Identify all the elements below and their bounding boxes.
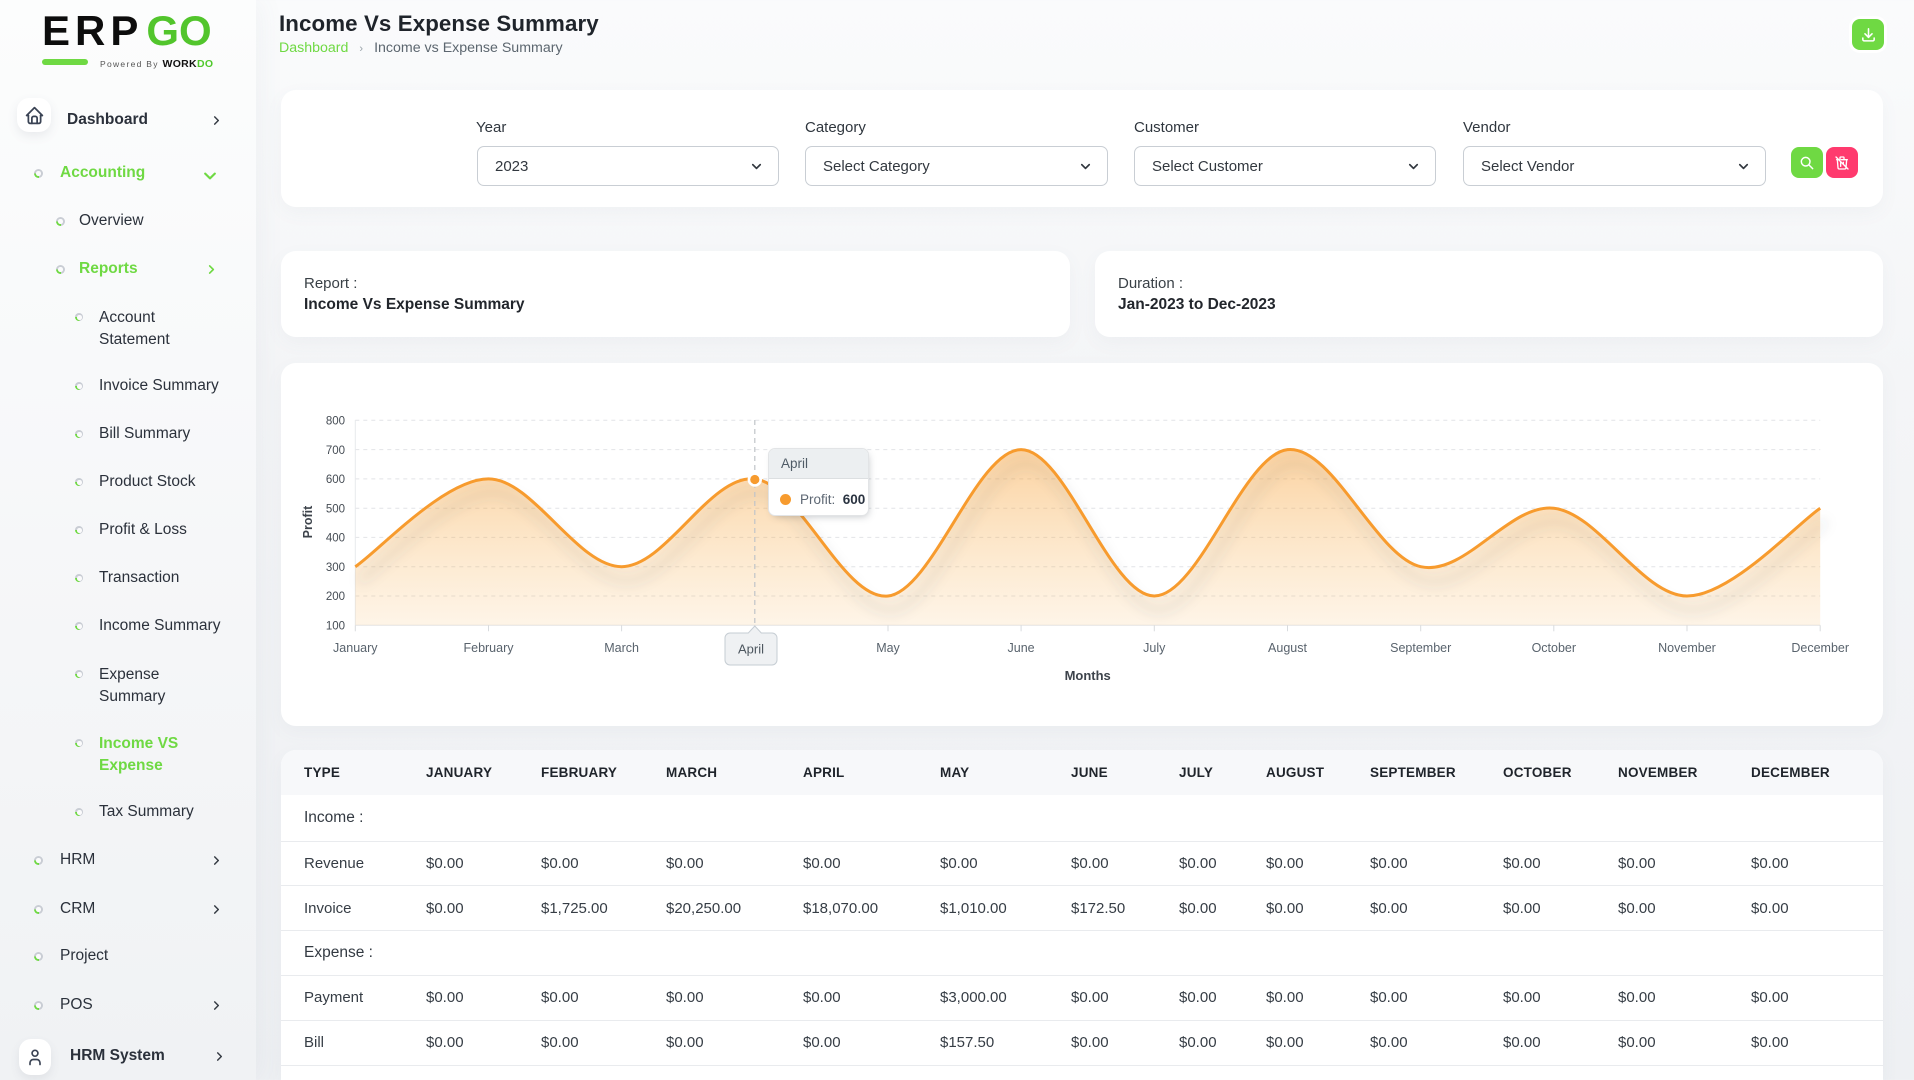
svg-text:September: September — [1390, 641, 1451, 655]
svg-text:700: 700 — [326, 445, 345, 457]
svg-text:March: March — [604, 641, 639, 655]
svg-text:June: June — [1008, 641, 1035, 655]
svg-text:Profit: Profit — [301, 505, 315, 538]
svg-text:November: November — [1658, 641, 1716, 655]
svg-text:October: October — [1532, 641, 1576, 655]
svg-text:500: 500 — [326, 503, 345, 515]
svg-text:April: April — [738, 642, 764, 657]
svg-text:600: 600 — [326, 474, 345, 486]
svg-text:May: May — [876, 641, 900, 655]
svg-text:400: 400 — [326, 533, 345, 545]
svg-text:January: January — [333, 641, 378, 655]
svg-text:July: July — [1143, 641, 1166, 655]
svg-text:August: August — [1268, 641, 1307, 655]
svg-text:300: 300 — [326, 562, 345, 574]
svg-text:100: 100 — [326, 621, 345, 633]
svg-text:February: February — [463, 641, 514, 655]
svg-text:800: 800 — [326, 416, 345, 428]
svg-text:December: December — [1791, 641, 1849, 655]
svg-text:Months: Months — [1065, 668, 1111, 683]
svg-text:200: 200 — [326, 591, 345, 603]
